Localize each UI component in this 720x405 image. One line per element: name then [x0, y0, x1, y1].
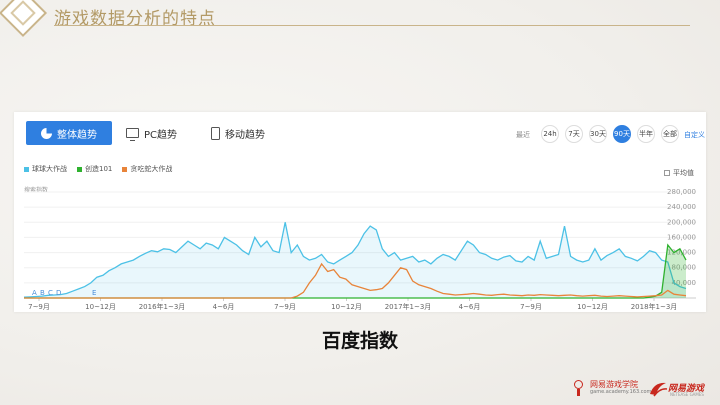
x-tick-label: 10~12月	[331, 303, 362, 311]
x-tick-label: 2017年1~3月	[385, 302, 432, 311]
netease-games-mark-icon	[650, 382, 668, 397]
x-tick-label: 10~12月	[85, 303, 116, 311]
academy-name: 网易游戏学院	[590, 380, 638, 389]
baidu-index-panel: 整体趋势 PC趋势 移动趋势 最近 24h 7天 30天 90天 半年 全部 自…	[14, 112, 706, 312]
x-tick-label: 7~9月	[520, 303, 542, 311]
netease-games-logo: 网易游戏 NETEASE GAMES	[648, 380, 712, 398]
x-tick-label: 2016年1~3月	[139, 302, 186, 311]
y-tick-label: 200,000	[667, 218, 696, 226]
academy-url: game.academy.163.com	[590, 389, 652, 395]
x-tick-label: 4~6月	[213, 303, 235, 311]
y-tick-label: 280,000	[667, 188, 696, 196]
title-divider	[54, 25, 690, 26]
event-annotation: E	[92, 289, 96, 297]
event-annotation: C	[48, 289, 53, 297]
x-tick-label: 7~9月	[28, 303, 50, 311]
x-tick-label: 7~9月	[274, 303, 296, 311]
slide-caption: 百度指数	[321, 330, 398, 352]
y-tick-label: 240,000	[667, 203, 696, 211]
netease-games-sub: NETEASE GAMES	[670, 392, 704, 397]
event-annotation: B	[40, 289, 45, 297]
x-tick-label: 2018年1~3月	[631, 302, 678, 311]
netease-academy-logo: 网易游戏学院 game.academy.163.com	[572, 380, 651, 396]
event-annotation: D	[56, 289, 61, 297]
y-tick-label: 160,000	[667, 233, 696, 241]
academy-mark-icon	[572, 380, 586, 396]
trend-chart[interactable]: 280,000240,000200,000160,000120,00080,00…	[14, 112, 706, 312]
event-annotation: A	[32, 289, 37, 297]
x-tick-label: 4~6月	[459, 303, 481, 311]
x-tick-label: 10~12月	[577, 303, 608, 311]
